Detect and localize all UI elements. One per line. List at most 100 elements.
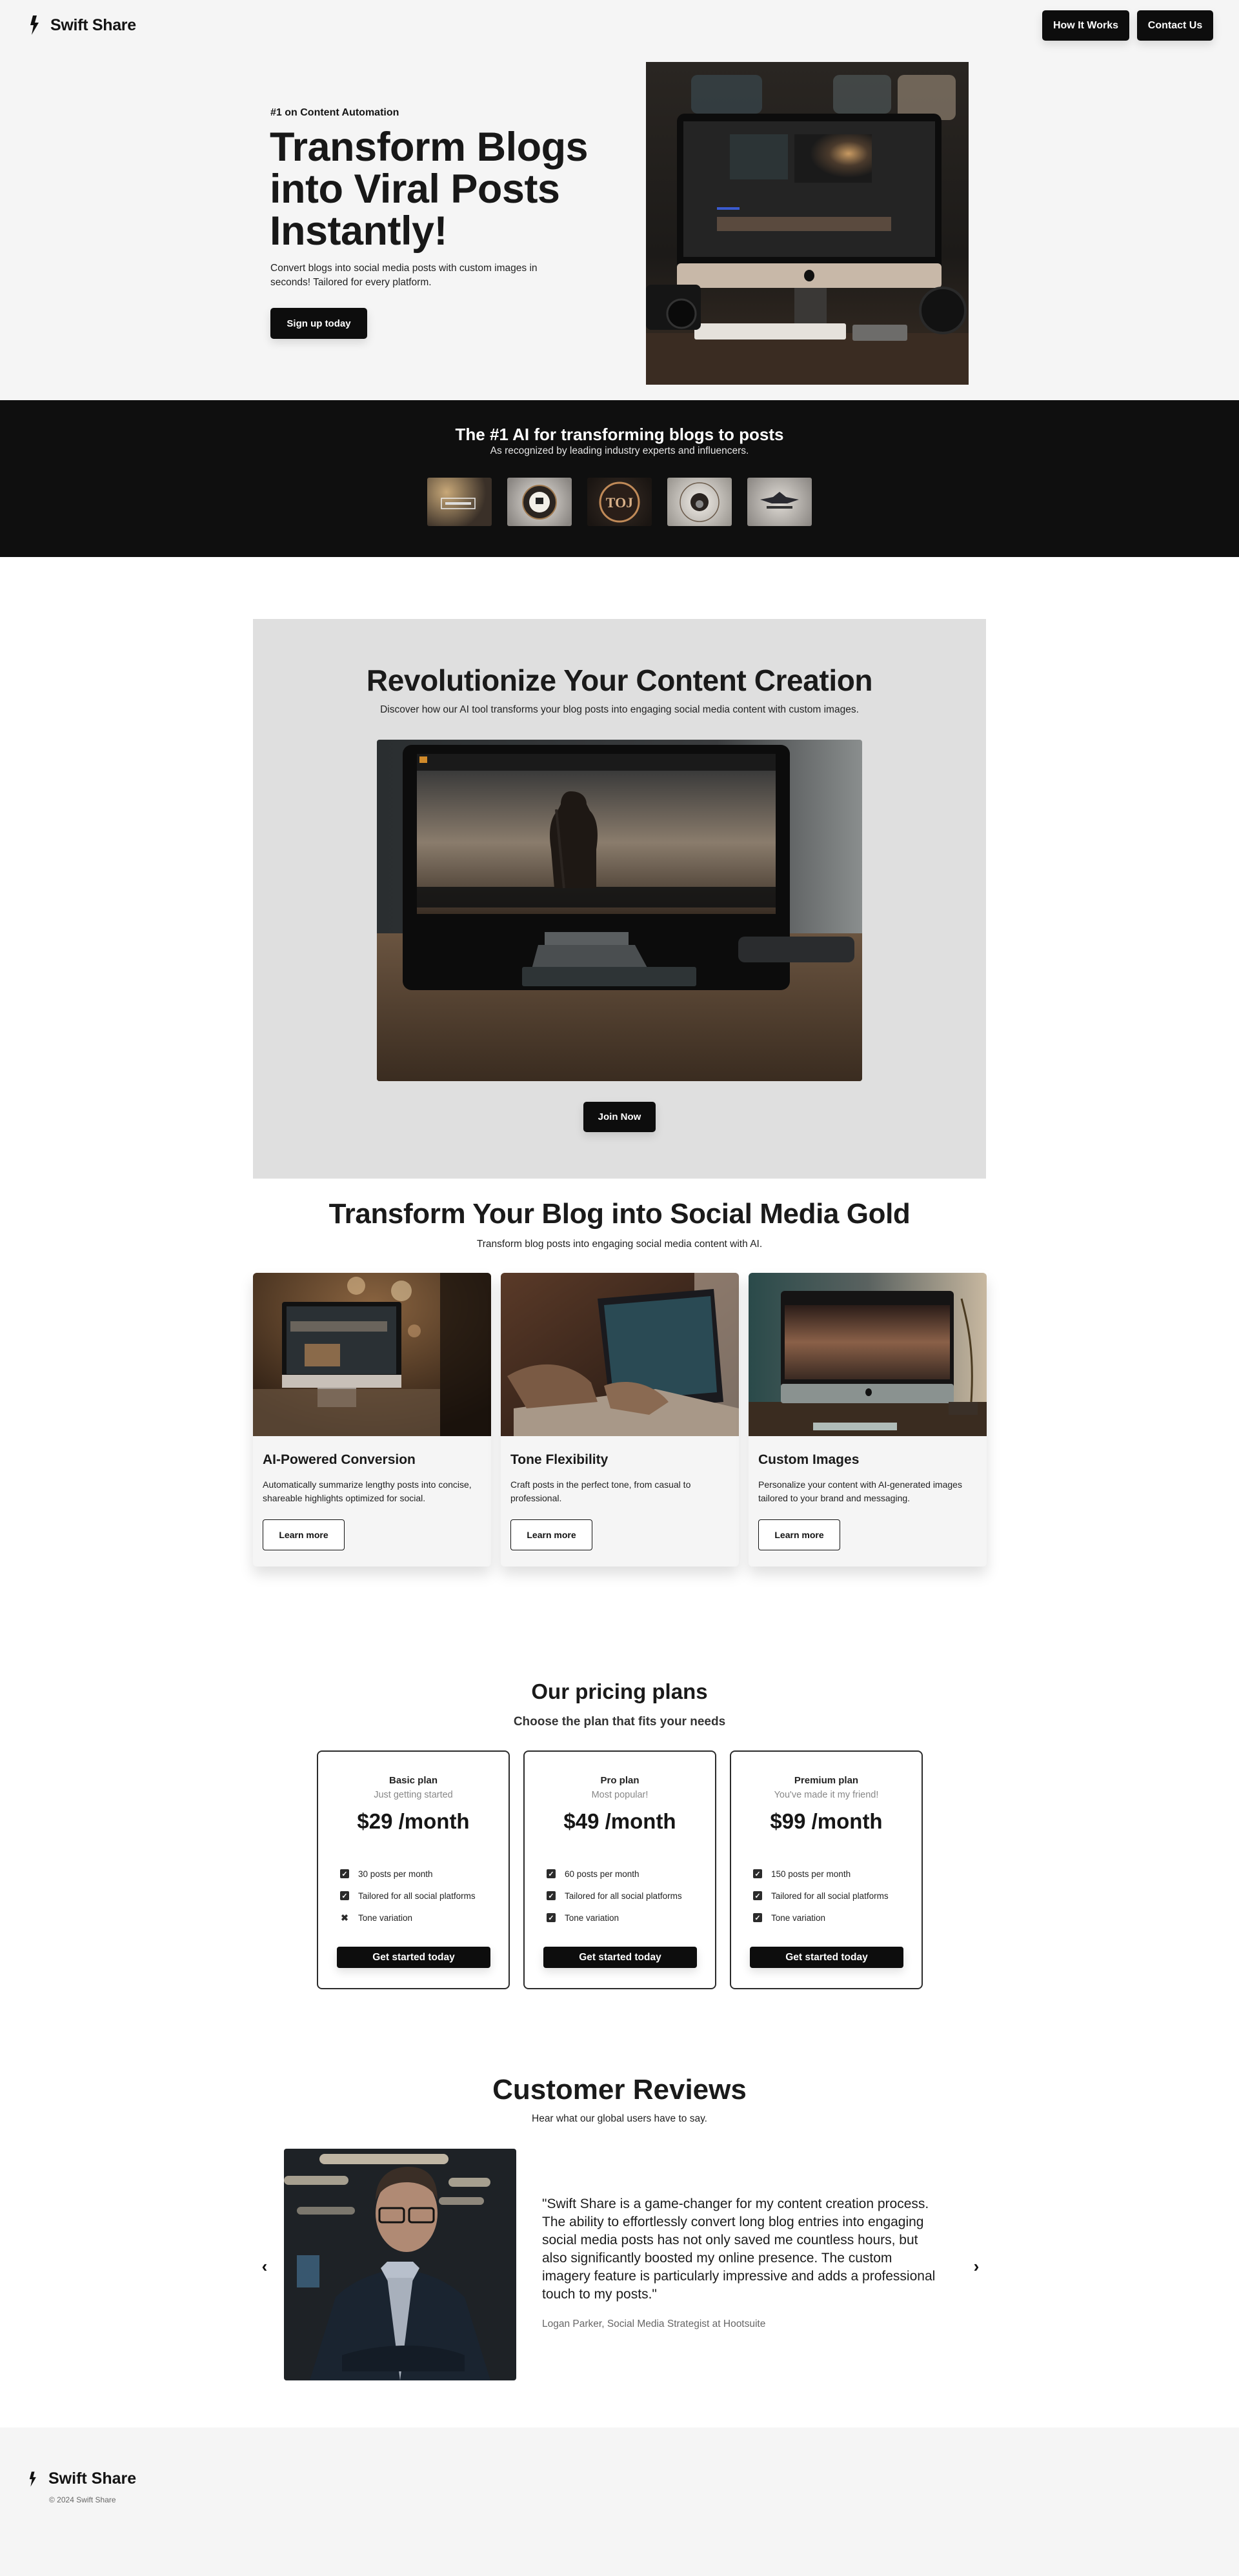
- plan-feature: ✓ 150 posts per month: [753, 1863, 889, 1885]
- feature-image: [253, 1273, 491, 1436]
- feature-description: Personalize your content with AI-generat…: [758, 1479, 962, 1503]
- hero-description: Convert blogs into social media posts wi…: [270, 263, 538, 288]
- checkbox-checked-icon: ✓: [340, 1869, 349, 1878]
- plan-feature: ✓ Tone variation: [547, 1907, 682, 1929]
- partner-logo-4: [667, 478, 732, 526]
- checkbox-checked-icon: ✓: [547, 1913, 556, 1922]
- plan-name: Pro plan: [600, 1775, 640, 1786]
- plan-tagline: You've made it my friend!: [774, 1790, 879, 1800]
- plan-name: Basic plan: [388, 1775, 438, 1786]
- features-title: Transform Your Blog into Social Media Go…: [328, 1198, 911, 1230]
- brand-name: Swift Share: [50, 15, 136, 34]
- nav-contact-us-button[interactable]: Contact Us: [1137, 10, 1213, 41]
- plan-feature: ✓ 30 posts per month: [340, 1863, 476, 1885]
- feature-card-custom-images: Custom Images Personalize your content w…: [749, 1273, 987, 1567]
- plan-feature: ✓ Tailored for all social platforms: [753, 1885, 889, 1907]
- footer-copyright: © 2024 Swift Share: [49, 2495, 116, 2504]
- toj-emblem-icon: TOJ: [599, 482, 640, 523]
- checkbox-checked-icon: ✓: [547, 1869, 556, 1878]
- header-logo[interactable]: Swift Share: [30, 15, 136, 35]
- sign-up-button[interactable]: Sign up today: [270, 308, 367, 339]
- partner-logo-5: [747, 478, 812, 526]
- checkbox-checked-icon: ✓: [753, 1913, 762, 1922]
- cinematic-badge-icon: [441, 498, 476, 509]
- footer-brand-name: Swift Share: [48, 2470, 137, 2488]
- plan-feature: ✓ Tailored for all social platforms: [547, 1885, 682, 1907]
- lightning-bolt-icon: [29, 2471, 36, 2487]
- features-subtitle: Transform blog posts into engaging socia…: [476, 1239, 763, 1250]
- partner-logo-3: TOJ: [587, 478, 652, 526]
- feature-title: Tone Flexibility: [510, 1452, 609, 1467]
- feature-description: Automatically summarize lengthy posts in…: [263, 1479, 472, 1503]
- plan-name: Premium plan: [794, 1775, 859, 1786]
- plan-feature: ✓ Tailored for all social platforms: [340, 1885, 476, 1907]
- lightning-bolt-icon: [30, 15, 39, 35]
- pricing-title: Our pricing plans: [531, 1679, 708, 1703]
- imac-desk-illustration: [646, 62, 969, 385]
- revolutionize-image: [377, 740, 862, 1081]
- pricing-card-pro: Pro plan Most popular! $49 /month ✓ 60 po…: [523, 1750, 716, 1989]
- learn-more-button[interactable]: Learn more: [510, 1519, 592, 1550]
- plan-price: $99 /month: [770, 1809, 883, 1833]
- plan-feature-label: Tone variation: [565, 1912, 620, 1923]
- review-quote: "Swift Share is a game-changer for my co…: [542, 2196, 936, 2302]
- checkbox-checked-icon: ✓: [753, 1891, 762, 1900]
- footer: [0, 2428, 1239, 2576]
- plan-feature-label: Tone variation: [771, 1912, 826, 1923]
- plan-feature-label: Tailored for all social platforms: [358, 1891, 476, 1901]
- feature-description: Craft posts in the perfect tone, from ca…: [510, 1479, 691, 1503]
- checkbox-checked-icon: ✓: [547, 1891, 556, 1900]
- winged-emblem-icon: [760, 492, 799, 509]
- partner-logo-1: [427, 478, 492, 526]
- laptop-hands-illustration: [501, 1273, 739, 1436]
- feature-image: [749, 1273, 987, 1436]
- reviews-title: Customer Reviews: [492, 2074, 747, 2105]
- hero-background: [0, 0, 1239, 400]
- footer-logo[interactable]: Swift Share: [29, 2470, 136, 2488]
- plan-feature: ✓ Tone variation: [753, 1907, 889, 1929]
- get-started-button[interactable]: Get started today: [337, 1947, 490, 1968]
- plan-feature-label: 60 posts per month: [565, 1869, 640, 1879]
- get-started-button[interactable]: Get started today: [750, 1947, 903, 1968]
- feature-title: Custom Images: [758, 1452, 860, 1467]
- plan-feature-label: 30 posts per month: [358, 1869, 433, 1879]
- monitor-soldier-illustration: [377, 740, 862, 1081]
- plan-feature: ✓ 60 posts per month: [547, 1863, 682, 1885]
- nav-how-it-works-button[interactable]: How It Works: [1042, 10, 1129, 41]
- hero-tagline: #1 on Content Automation: [270, 107, 399, 118]
- plan-tagline: Most popular!: [591, 1790, 649, 1800]
- feature-image: [501, 1273, 739, 1436]
- desk-computer-illustration: [253, 1273, 491, 1436]
- recognition-subtitle: As recognized by leading industry expert…: [490, 445, 749, 456]
- feature-title: AI-Powered Conversion: [263, 1452, 416, 1467]
- checkbox-checked-icon: ✓: [340, 1891, 349, 1900]
- checkbox-checked-icon: ✓: [753, 1869, 762, 1878]
- feature-card-ai-conversion: AI-Powered Conversion Automatically summ…: [253, 1273, 491, 1567]
- plan-tagline: Just getting started: [374, 1790, 453, 1800]
- plan-feature-list: ✓ 150 posts per month ✓ Tailored for all s…: [753, 1863, 889, 1929]
- learn-more-button[interactable]: Learn more: [758, 1519, 840, 1550]
- cross-icon: ✖: [341, 1912, 348, 1923]
- reviews-subtitle: Hear what our global users have to say.: [532, 2113, 707, 2124]
- svg-text:TOJ: TOJ: [606, 494, 633, 511]
- reviewer-portrait-illustration: [284, 2149, 516, 2380]
- hero-image: [646, 62, 969, 385]
- plan-price: $29 /month: [357, 1809, 470, 1833]
- plan-price: $49 /month: [563, 1809, 676, 1833]
- chevron-right-icon[interactable]: ›: [969, 2257, 984, 2276]
- imac-street-illustration: [749, 1273, 987, 1436]
- join-now-button[interactable]: Join Now: [583, 1102, 656, 1132]
- plan-feature-list: ✓ 60 posts per month ✓ Tailored for all so…: [547, 1863, 682, 1929]
- chevron-left-icon[interactable]: ‹: [257, 2257, 272, 2276]
- get-started-button[interactable]: Get started today: [543, 1947, 697, 1968]
- learn-more-button[interactable]: Learn more: [263, 1519, 345, 1550]
- camera-emblem-icon: [522, 485, 557, 520]
- review-author: Logan Parker, Social Media Strategist at…: [542, 2318, 766, 2329]
- partner-logo-2: [507, 478, 572, 526]
- plan-feature-label: 150 posts per month: [771, 1869, 851, 1879]
- feature-card-tone-flexibility: Tone Flexibility Craft posts in the perf…: [501, 1273, 739, 1567]
- plan-feature-list: ✓ 30 posts per month ✓ Tailored for all so…: [340, 1863, 476, 1929]
- plan-feature-label: Tone variation: [358, 1912, 413, 1923]
- revolutionize-subtitle: Discover how our AI tool transforms your…: [380, 704, 859, 715]
- hero-title: Transform Blogs into Viral Posts Instant…: [270, 125, 589, 254]
